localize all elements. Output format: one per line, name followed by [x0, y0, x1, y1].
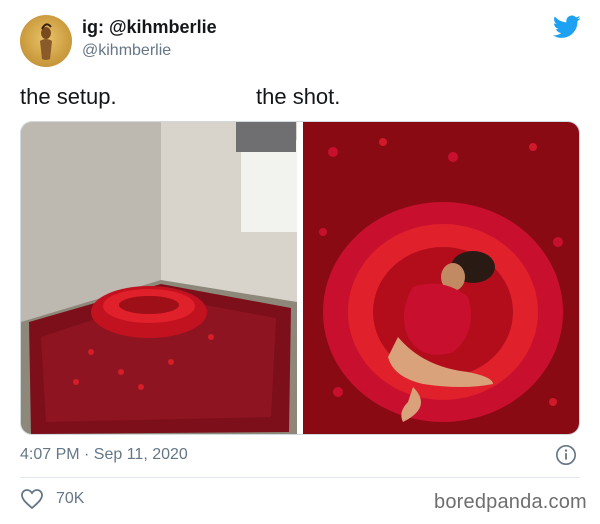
twitter-bird-icon: [553, 15, 581, 38]
likes-count[interactable]: 70K: [56, 490, 84, 508]
caption-shot: the shot.: [256, 84, 341, 109]
avatar[interactable]: [20, 15, 72, 67]
shot-photo[interactable]: [303, 122, 579, 435]
heart-outline-icon[interactable]: [20, 488, 44, 510]
divider: [20, 477, 580, 478]
display-name[interactable]: ig: @kihmberlie: [82, 17, 217, 38]
tweet-media[interactable]: [20, 121, 580, 435]
caption-setup: the setup.: [20, 84, 117, 109]
setup-photo[interactable]: [21, 122, 297, 435]
info-icon[interactable]: [555, 444, 577, 466]
tweet-timestamp[interactable]: 4:07 PM · Sep 11, 2020: [20, 446, 188, 464]
tweet-header: ig: @kihmberlie @kihmberlie: [0, 0, 600, 76]
user-handle[interactable]: @kihmberlie: [82, 42, 171, 60]
watermark: boredpanda.com: [434, 491, 587, 513]
